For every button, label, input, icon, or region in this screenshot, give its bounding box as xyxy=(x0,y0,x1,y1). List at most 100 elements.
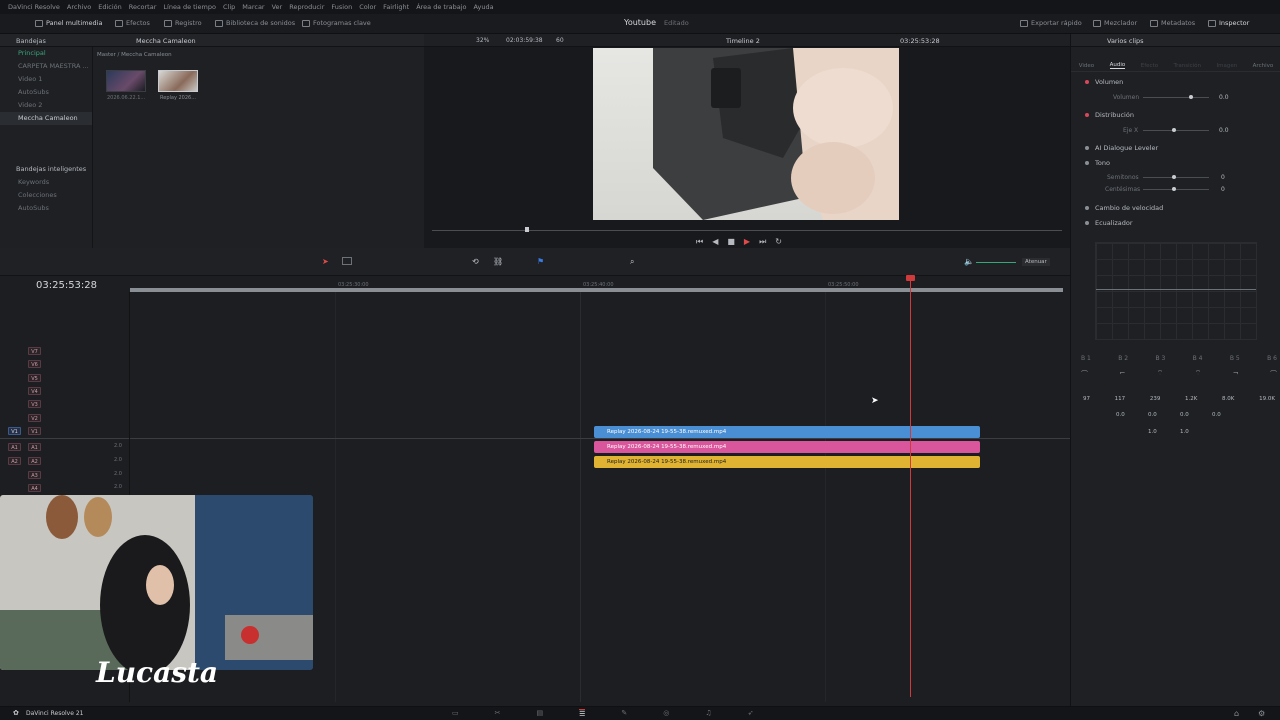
dim-button[interactable]: Atenuar xyxy=(1022,258,1050,266)
volume-value[interactable]: 0.0 xyxy=(1219,94,1229,101)
zoom-level[interactable]: 32% xyxy=(476,37,489,44)
eq-frequency[interactable]: 19.0K xyxy=(1259,396,1275,402)
tab-effect[interactable]: Efecto xyxy=(1141,63,1158,69)
tab-video[interactable]: Video xyxy=(1079,63,1094,69)
tab-file[interactable]: Archivo xyxy=(1253,63,1274,69)
color-page-icon[interactable]: ◎ xyxy=(663,709,669,718)
volume-knob[interactable] xyxy=(1189,95,1193,99)
bin-item[interactable]: Meccha Camaleon xyxy=(0,112,92,125)
eq-frequency[interactable]: 8.0K xyxy=(1222,396,1234,402)
cents-knob[interactable] xyxy=(1172,187,1176,191)
cut-page-icon[interactable]: ✂ xyxy=(495,709,501,718)
eq-frequency[interactable]: 97 xyxy=(1083,396,1090,402)
fairlight-page-icon[interactable]: ♫ xyxy=(705,709,711,718)
blade-tool-icon[interactable] xyxy=(342,257,352,265)
fusion-page-icon[interactable]: ✎ xyxy=(621,709,627,718)
play-icon[interactable]: ▶ xyxy=(744,237,750,247)
bin-item[interactable]: Video 1 xyxy=(0,73,92,86)
media-page-icon[interactable]: ▭ xyxy=(452,709,459,718)
section-eq[interactable]: Ecualizador xyxy=(1071,216,1280,230)
eq-gain[interactable]: 0.0 xyxy=(1212,412,1221,418)
smart-bin-item[interactable]: Colecciones xyxy=(0,189,92,202)
video-frame[interactable] xyxy=(593,48,899,220)
pan-knob[interactable] xyxy=(1172,128,1176,132)
selection-tool-icon[interactable]: ➤ xyxy=(322,257,329,266)
menu-item[interactable]: Línea de tiempo xyxy=(163,3,216,11)
semitones-slider[interactable] xyxy=(1143,177,1209,178)
track-header-v4[interactable]: V4 xyxy=(0,385,130,398)
enable-dot-icon[interactable] xyxy=(1085,161,1089,165)
menu-item[interactable]: Recortar xyxy=(129,3,157,11)
clip-thumbnail[interactable] xyxy=(158,70,198,92)
menu-item[interactable]: Color xyxy=(359,3,376,11)
track-header-a3[interactable]: A3 2.0 xyxy=(0,469,130,482)
menu-item[interactable]: DaVinci Resolve xyxy=(8,3,60,11)
sound-library-button[interactable]: Biblioteca de sonidos xyxy=(215,19,295,27)
section-speed[interactable]: Cambio de velocidad xyxy=(1071,201,1280,215)
deliver-page-icon[interactable]: ➶ xyxy=(748,709,754,718)
track-header-v3[interactable]: V3 xyxy=(0,398,130,411)
media-pool-button[interactable]: Panel multimedia xyxy=(35,19,102,27)
eq-gain[interactable]: 0.0 xyxy=(1116,412,1125,418)
jump-start-icon[interactable]: ⏮ xyxy=(696,237,703,247)
menu-item[interactable]: Fusion xyxy=(331,3,352,11)
playhead[interactable] xyxy=(910,277,911,697)
mixer-button[interactable]: Mezclador xyxy=(1093,19,1137,27)
tab-image[interactable]: Imagen xyxy=(1216,63,1237,69)
playhead-head[interactable] xyxy=(906,275,915,281)
edit-page-active-icon[interactable]: ☰ xyxy=(579,709,586,718)
eq-graph[interactable] xyxy=(1095,242,1257,340)
menu-item[interactable]: Marcar xyxy=(242,3,264,11)
bin-item[interactable]: Video 2 xyxy=(0,99,92,112)
track-header-v2[interactable]: V2 xyxy=(0,412,130,425)
cents-slider[interactable] xyxy=(1143,189,1209,190)
menu-item[interactable]: Área de trabajo xyxy=(416,3,466,11)
low-shelf-icon[interactable]: ⌐ xyxy=(1119,369,1125,379)
step-back-icon[interactable]: ◀ xyxy=(712,237,718,247)
edit-index-button[interactable]: Registro xyxy=(164,19,202,27)
menu-item[interactable]: Clip xyxy=(223,3,235,11)
keyframes-button[interactable]: Fotogramas clave xyxy=(302,19,371,27)
home-icon[interactable]: ⌂ xyxy=(1234,709,1239,718)
tab-transition[interactable]: Transición xyxy=(1174,63,1201,69)
menu-item[interactable]: Ayuda xyxy=(474,3,494,11)
snap-icon[interactable]: ⟲ xyxy=(472,257,479,266)
enable-dot-icon[interactable] xyxy=(1085,113,1089,117)
bin-item[interactable]: Principal xyxy=(0,47,92,60)
edit-page-icon[interactable]: ▤ xyxy=(537,709,544,718)
section-pitch[interactable]: Tono xyxy=(1071,156,1280,170)
audio-clip[interactable]: Replay 2026-08-24 19-55-38.remuxed.mp4 xyxy=(594,441,980,453)
link-icon[interactable]: ⛓ xyxy=(493,257,503,266)
menu-item[interactable]: Reproducir xyxy=(289,3,324,11)
master-volume-slider[interactable] xyxy=(976,262,1016,263)
semitones-knob[interactable] xyxy=(1172,175,1176,179)
track-header-a2[interactable]: A2 A2 2.0 xyxy=(0,455,130,468)
bell-icon[interactable]: ⌔ xyxy=(1195,369,1202,379)
tab-audio[interactable]: Audio xyxy=(1109,62,1126,69)
track-header-v5[interactable]: V5 xyxy=(0,372,130,385)
section-volume[interactable]: Volumen xyxy=(1071,75,1280,89)
track-header-v1[interactable]: V1 V1 xyxy=(0,425,130,438)
stop-icon[interactable]: ■ xyxy=(727,237,735,247)
timeline-ruler[interactable] xyxy=(130,288,1063,292)
audio-clip[interactable]: Replay 2026-08-24 19-55-38.remuxed.mp4 xyxy=(594,456,980,468)
eq-gain[interactable]: 0.0 xyxy=(1180,412,1189,418)
menu-item[interactable]: Ver xyxy=(272,3,283,11)
semitones-value[interactable]: 0 xyxy=(1221,174,1225,181)
track-header-v7[interactable]: V7 xyxy=(0,345,130,358)
eq-gain[interactable]: 0.0 xyxy=(1148,412,1157,418)
video-clip[interactable]: Replay 2026-08-24 19-55-38.remuxed.mp4 xyxy=(594,426,980,438)
section-dialogue-leveler[interactable]: AI Dialogue Leveler xyxy=(1071,141,1280,155)
jump-end-icon[interactable]: ⏭ xyxy=(759,237,766,247)
scrubber-handle[interactable] xyxy=(525,227,529,232)
cents-value[interactable]: 0 xyxy=(1221,186,1225,193)
metadata-button[interactable]: Metadatos xyxy=(1150,19,1195,27)
eq-frequency[interactable]: 1.2K xyxy=(1185,396,1197,402)
track-header-a4[interactable]: A4 2.0 xyxy=(0,482,130,495)
high-pass-icon[interactable]: ⌒ xyxy=(1081,369,1088,379)
quick-export-button[interactable]: Exportar rápido xyxy=(1020,19,1082,27)
eq-q[interactable]: 1.0 xyxy=(1180,429,1189,435)
effects-button[interactable]: Efectos xyxy=(115,19,150,27)
timeline-name[interactable]: Timeline 2 xyxy=(726,37,760,45)
smart-bin-item[interactable]: AutoSubs xyxy=(0,202,92,215)
